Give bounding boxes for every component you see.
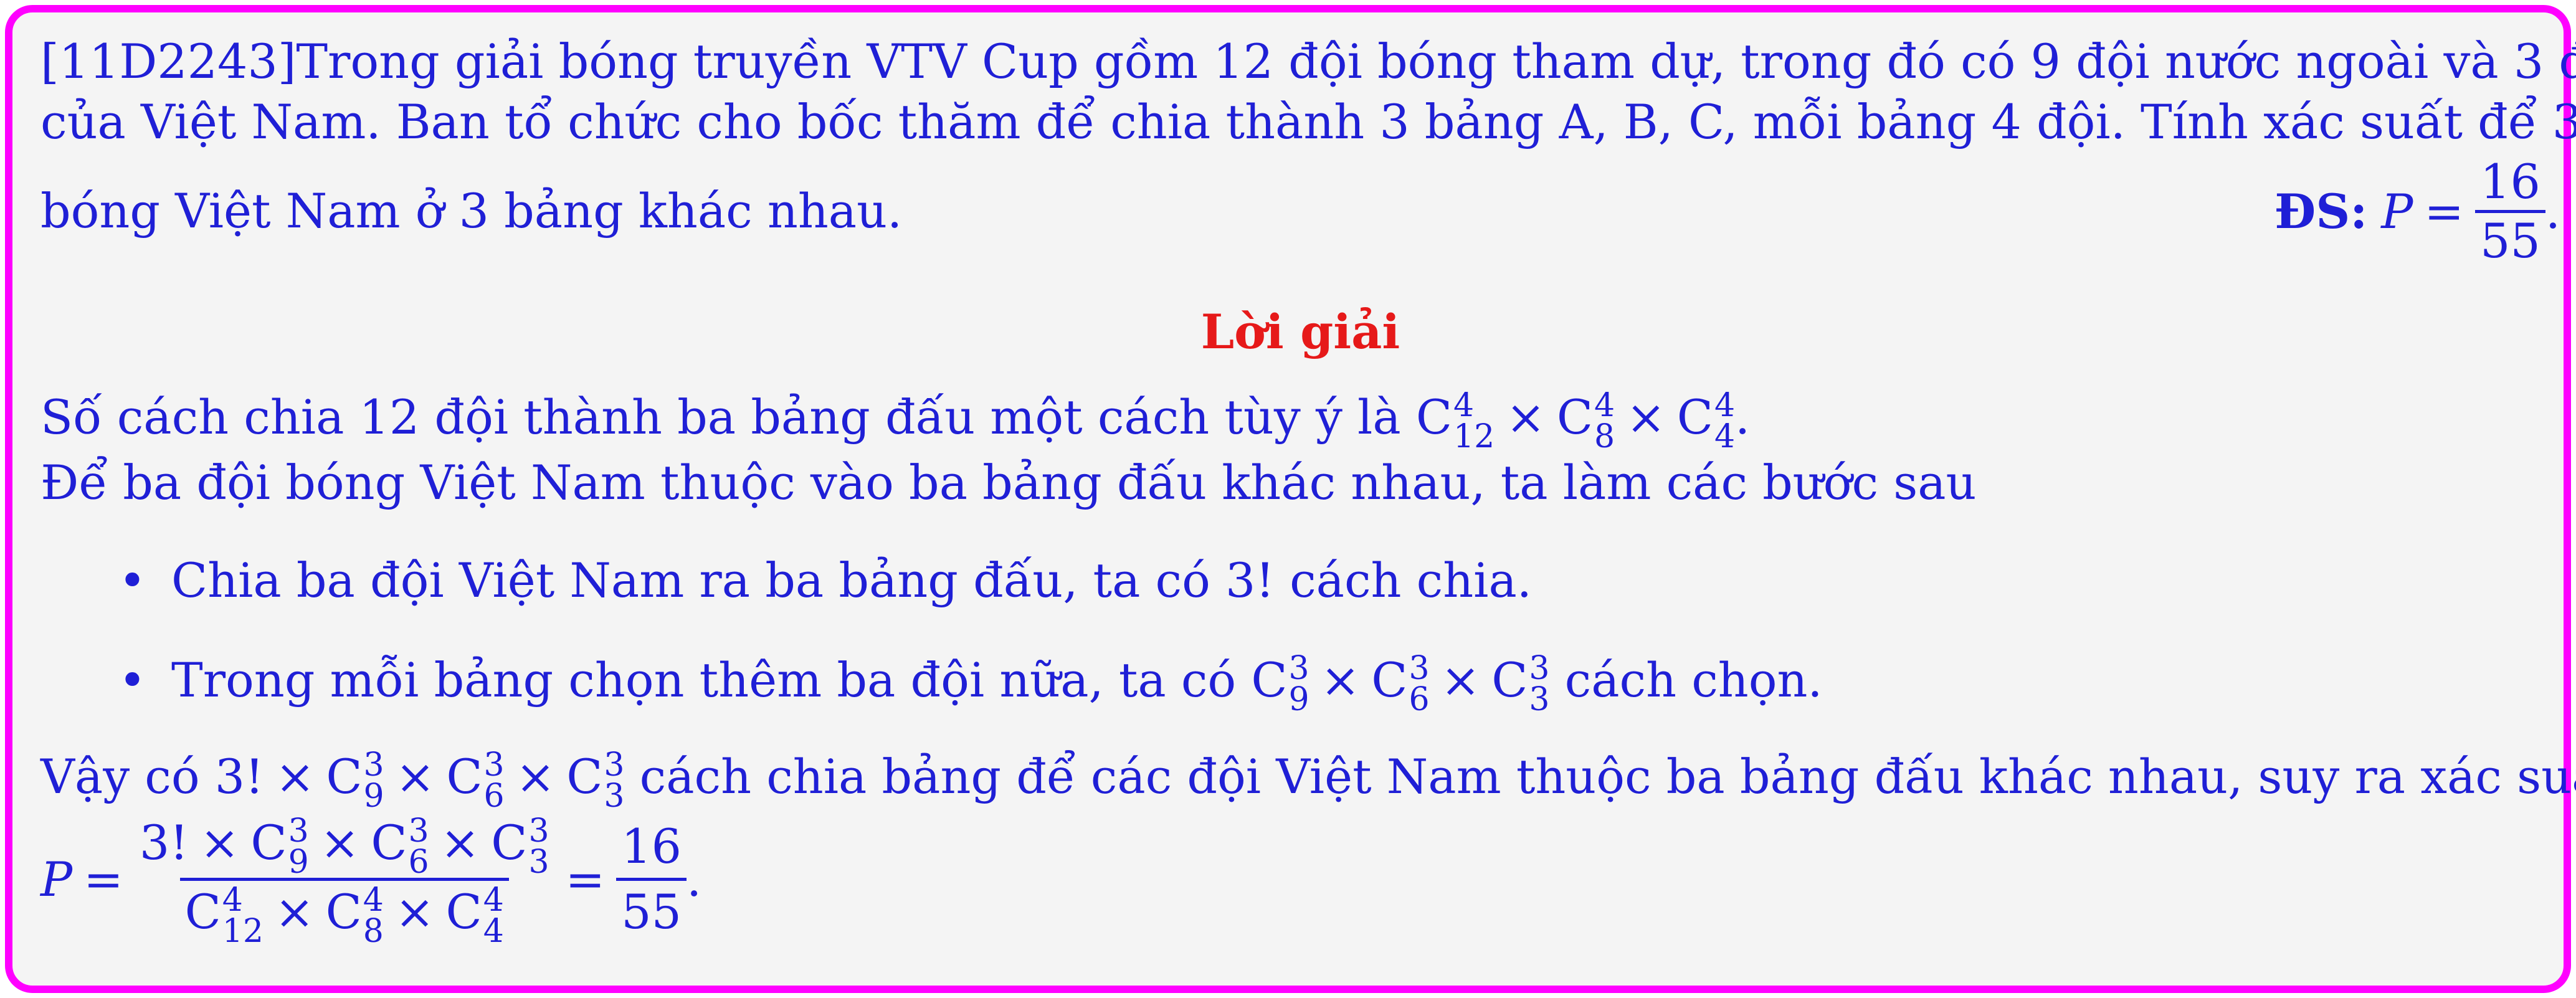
problem-line-1: [11D2243]Trong giải bóng truyền VTV Cup … (40, 34, 2576, 89)
final-formula: P = 3! × C 3 9 × C 3 6 × C 3 3 C 4 12 × C 4 8 × C 4 4 = 16 55 … (40, 812, 2560, 948)
problem-line-3-row: bóng Việt Nam ở 3 bảng khác nhau. ĐS: P … (40, 152, 2560, 270)
final-equals-1: = (83, 852, 123, 907)
final-numerator-prefix: 3! (139, 815, 189, 870)
step-2-formula: C 3 9 × C 3 6 × C 3 3 (1251, 650, 1550, 718)
final-period: . (686, 852, 702, 907)
final-denominator: C 4 12 × C 4 8 × C 4 4 (179, 878, 509, 948)
conclusion-formula: 3! × C 3 9 × C 3 6 × C 3 3 (214, 746, 625, 815)
step-2-prefix: Trong mỗi bảng chọn thêm ba đội nữa, ta … (171, 652, 1237, 708)
answer-denominator: 55 (2475, 209, 2545, 269)
bullet-icon: • (118, 553, 146, 608)
solution-line-2: Để ba đội bóng Việt Nam thuộc vào ba bản… (40, 455, 1977, 510)
answer: ĐS: P = 16 55 . (2274, 152, 2560, 270)
conclusion-line: Vậy có 3! × C 3 9 × C 3 6 × C 3 3 cách chia bảng để … (40, 746, 2576, 815)
step-1-text: Chia ba đội Việt Nam ra ba bảng đấu, ta … (171, 553, 1532, 608)
answer-equals: = (2424, 183, 2464, 239)
list-item: • Chia ba đội Việt Nam ra ba bảng đấu, t… (40, 550, 2560, 611)
list-item: • Trong mỗi bảng chọn thêm ba đội nữa, t… (40, 650, 2560, 718)
solution-line-1-formula: C 4 12 × C 4 8 × C 4 4. (1415, 387, 1751, 455)
final-result-denominator: 55 (616, 878, 687, 943)
answer-label: ĐS: (2274, 183, 2368, 239)
answer-numerator: 16 (2480, 153, 2540, 209)
answer-variable: P (2381, 183, 2413, 239)
answer-period: . (2545, 183, 2560, 239)
final-variable: P (40, 852, 73, 907)
step-2-suffix: cách chọn. (1564, 652, 1823, 708)
final-result-fraction: 16 55 (616, 815, 687, 943)
solution-line-1-text: Số cách chia 12 đội thành ba bảng đấu mộ… (40, 389, 1401, 445)
document-body: [11D2243]Trong giải bóng truyền VTV Cup … (40, 31, 2576, 948)
bullet-icon: • (118, 652, 146, 708)
problem-line-3: bóng Việt Nam ở 3 bảng khác nhau. (40, 183, 903, 239)
solution-line-1: Số cách chia 12 đội thành ba bảng đấu mộ… (40, 387, 2560, 455)
final-numerator: 3! × C 3 9 × C 3 6 × C 3 3 (139, 812, 549, 881)
conclusion-prefix: Vậy có (40, 749, 200, 804)
final-result-numerator: 16 (621, 819, 682, 874)
solution-heading: Lời giải (1200, 304, 1400, 359)
conclusion-suffix: cách chia bảng để các đội Việt Nam thuộc… (639, 749, 2576, 804)
final-fraction: 3! × C 3 9 × C 3 6 × C 3 3 C 4 12 × C 4 8 × C 4 4 (135, 812, 554, 948)
problem-card: [11D2243]Trong giải bóng truyền VTV Cup … (5, 5, 2576, 993)
problem-line-2: của Việt Nam. Ban tổ chức cho bốc thăm đ… (40, 94, 2576, 150)
answer-fraction: 16 55 (2475, 154, 2545, 269)
steps-list: • Chia ba đội Việt Nam ra ba bảng đấu, t… (40, 550, 2560, 718)
final-equals-2: = (565, 852, 606, 907)
